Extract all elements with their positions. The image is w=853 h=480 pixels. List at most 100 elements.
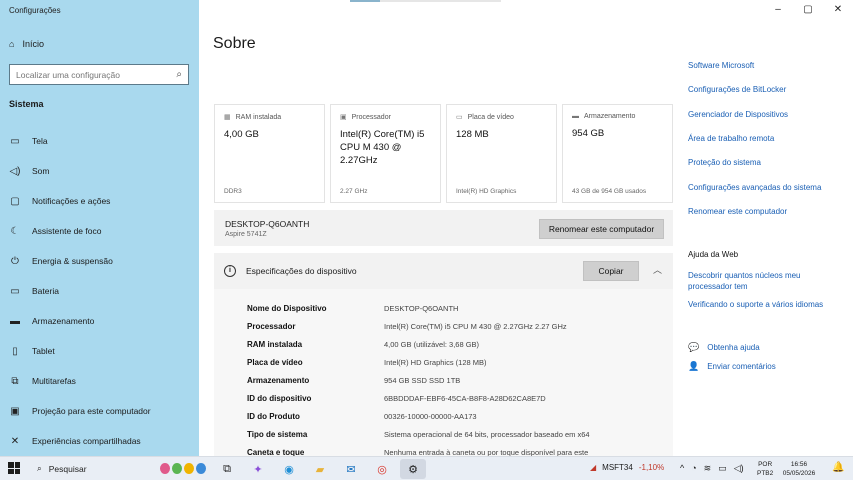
card-sub: 2.27 GHz bbox=[340, 188, 368, 195]
spec-row: Caneta e toque Nenhuma entrada à caneta o… bbox=[214, 448, 673, 456]
stock-widget[interactable]: ◢ MSFT34 -1,10% bbox=[590, 463, 664, 472]
search-input[interactable] bbox=[16, 69, 177, 80]
moon-icon: ☾ bbox=[10, 225, 20, 237]
spec-value: Sistema operacional de 64 bits, processa… bbox=[384, 430, 590, 439]
feedback-icon: 👤 bbox=[688, 361, 700, 371]
sidebar-item-label: Energia & suspensão bbox=[32, 256, 113, 266]
link-software-microsoft[interactable]: Software Microsoft bbox=[688, 61, 754, 70]
task-view-icon[interactable]: ⧉ bbox=[214, 459, 240, 479]
link-advanced-settings[interactable]: Configurações avançadas do sistema bbox=[688, 183, 821, 192]
stock-chart-icon: ◢ bbox=[590, 463, 597, 472]
link-languages-help[interactable]: Verificando o suporte a vários idiomas bbox=[688, 300, 823, 309]
battery-icon: ▭ bbox=[10, 285, 20, 297]
sidebar-item-notificacoes[interactable]: ▢ Notificações e ações bbox=[0, 186, 199, 216]
search-highlight-icon bbox=[160, 458, 206, 479]
link-bitlocker[interactable]: Configurações de BitLocker bbox=[688, 85, 786, 94]
card-sub: Intel(R) HD Graphics bbox=[456, 188, 517, 195]
sidebar: Configurações ⌂ Início ⌕ Sistema ▭ Tela ◁… bbox=[0, 0, 199, 456]
settings-gear-icon[interactable]: ⚙ bbox=[400, 459, 426, 479]
spec-row: Nome do Dispositivo DESKTOP-Q6OANTH bbox=[214, 304, 673, 322]
sidebar-item-bateria[interactable]: ▭ Bateria bbox=[0, 276, 199, 306]
sidebar-item-tela[interactable]: ▭ Tela bbox=[0, 126, 199, 156]
chevron-up-icon[interactable]: ^ bbox=[680, 463, 684, 474]
spec-value: 00326-10000-00000-AA173 bbox=[384, 412, 477, 421]
outlook-icon[interactable]: ✉ bbox=[338, 459, 364, 479]
get-help-link[interactable]: 💬 Obtenha ajuda bbox=[688, 342, 760, 353]
card-sub: 43 GB de 954 GB usados bbox=[572, 188, 647, 195]
maximize-icon[interactable]: ▢ bbox=[793, 0, 823, 22]
spec-row: ID do Produto 00326-10000-00000-AA173 bbox=[214, 412, 673, 430]
search-box[interactable]: ⌕ bbox=[9, 64, 189, 85]
windows-start-icon[interactable] bbox=[8, 462, 20, 474]
link-remote-desktop[interactable]: Área de trabalho remota bbox=[688, 134, 774, 143]
spec-value: 954 GB SSD SSD 1TB bbox=[384, 376, 461, 385]
ram-icon: ▦ bbox=[224, 114, 231, 121]
sidebar-item-label: Som bbox=[32, 166, 50, 176]
card-processor: ▣ Processador Intel(R) Core(TM) i5 CPU M … bbox=[330, 104, 441, 203]
speaker-icon: ◁) bbox=[9, 165, 21, 177]
specs-title: Especificações do dispositivo bbox=[246, 266, 357, 276]
search-icon[interactable]: ⌕ bbox=[176, 69, 182, 80]
section-title: Sistema bbox=[9, 99, 44, 109]
spec-key: Processador bbox=[247, 322, 296, 331]
spec-key: Armazenamento bbox=[247, 376, 310, 385]
chrome-icon[interactable]: ◎ bbox=[369, 459, 395, 479]
nav-list: ▭ Tela ◁) Som ▢ Notificações e ações ☾ Assis… bbox=[0, 126, 199, 456]
copy-button[interactable]: Copiar bbox=[583, 261, 639, 281]
close-icon[interactable]: ✕ bbox=[823, 0, 853, 22]
lang-code: POR bbox=[758, 461, 773, 468]
feedback-link[interactable]: 👤 Enviar comentários bbox=[688, 361, 776, 372]
card-value: 128 MB bbox=[456, 129, 489, 140]
sidebar-item-label: Notificações e ações bbox=[32, 196, 111, 206]
storage-icon: ▬ bbox=[10, 315, 20, 327]
file-explorer-icon[interactable]: ▰ bbox=[307, 459, 333, 479]
battery-icon[interactable]: ▭ bbox=[718, 463, 727, 474]
spec-key: ID do dispositivo bbox=[247, 394, 312, 403]
specs-table: Nome do Dispositivo DESKTOP-Q6OANTH Proce… bbox=[214, 289, 673, 456]
clock[interactable]: 16:56 05/05/2026 bbox=[779, 460, 819, 478]
spec-row: Processador Intel(R) Core(TM) i5 CPU M 43… bbox=[214, 322, 673, 340]
gpu-icon: ▭ bbox=[456, 114, 463, 121]
wifi-icon[interactable]: ≋ bbox=[704, 463, 712, 474]
taskbar-apps: ⧉ ✦ ◉ ▰ ✉ ◎ ⚙ bbox=[214, 459, 426, 479]
sidebar-item-armazenamento[interactable]: ▬ Armazenamento bbox=[0, 306, 199, 336]
spec-key: RAM instalada bbox=[247, 340, 303, 349]
volume-icon[interactable]: ◁) bbox=[734, 463, 744, 474]
cpu-icon: ▣ bbox=[340, 114, 347, 121]
sidebar-item-label: Bateria bbox=[32, 286, 59, 296]
sidebar-item-tablet[interactable]: ▯ Tablet bbox=[0, 336, 199, 366]
edge-icon[interactable]: ◉ bbox=[276, 459, 302, 479]
notification-bell-icon[interactable]: 🔔 bbox=[832, 462, 844, 473]
sidebar-item-multitarefas[interactable]: ⧉ Multitarefas bbox=[0, 366, 199, 396]
tablet-icon: ▯ bbox=[12, 345, 18, 357]
link-device-manager[interactable]: Gerenciador de Dispositivos bbox=[688, 110, 788, 119]
nav-home[interactable]: ⌂ Início bbox=[9, 39, 44, 49]
sidebar-item-label: Tela bbox=[32, 136, 48, 146]
sidebar-item-projecao[interactable]: ▣ Projeção para este computador bbox=[0, 396, 199, 426]
specs-header[interactable]: i Especificações do dispositivo Copiar ︿ bbox=[214, 253, 673, 289]
stock-change: -1,10% bbox=[638, 463, 665, 472]
page-title: Sobre bbox=[213, 35, 256, 52]
feedback-label: Enviar comentários bbox=[707, 362, 776, 371]
card-storage: ▬ Armazenamento 954 GB 43 GB de 954 GB us… bbox=[562, 104, 673, 203]
spec-key: ID do Produto bbox=[247, 412, 300, 421]
copilot-icon[interactable]: ✦ bbox=[245, 459, 271, 479]
rename-pc-button[interactable]: Renomear este computador bbox=[539, 219, 664, 239]
card-value: Intel(R) Core(TM) i5 CPU M 430 @ 2.27GHz bbox=[340, 129, 425, 166]
sidebar-item-som[interactable]: ◁) Som bbox=[0, 156, 199, 186]
link-cores-help[interactable]: Descobrir quantos núcleos meu processado… bbox=[688, 271, 828, 293]
minimize-icon[interactable]: – bbox=[763, 0, 793, 22]
spec-value: Intel(R) HD Graphics (128 MB) bbox=[384, 358, 487, 367]
shared-icon: ✕ bbox=[10, 435, 20, 447]
link-system-protection[interactable]: Proteção do sistema bbox=[688, 158, 761, 167]
link-rename-pc[interactable]: Renomear este computador bbox=[688, 207, 787, 216]
sidebar-item-experiencias[interactable]: ✕ Experiências compartilhadas bbox=[0, 426, 199, 456]
sidebar-item-foco[interactable]: ☾ Assistente de foco bbox=[0, 216, 199, 246]
language-indicator[interactable]: POR PTB2 bbox=[757, 460, 773, 478]
app-title: Configurações bbox=[9, 6, 61, 15]
network-icon[interactable]: ◔ bbox=[691, 463, 696, 474]
spec-row: Placa de vídeo Intel(R) HD Graphics (128 … bbox=[214, 358, 673, 376]
chevron-up-icon[interactable]: ︿ bbox=[653, 263, 662, 276]
sidebar-item-energia[interactable]: ⏻ Energia & suspensão bbox=[0, 246, 199, 276]
spec-row: Armazenamento 954 GB SSD SSD 1TB bbox=[214, 376, 673, 394]
